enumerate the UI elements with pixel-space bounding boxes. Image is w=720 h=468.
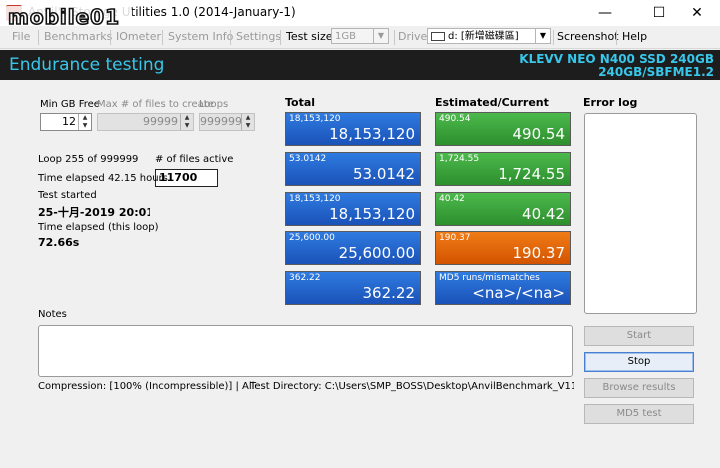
files-active-label: # of files active <box>155 154 234 165</box>
notes-label: Notes <box>38 309 67 320</box>
menu-system-info[interactable]: System Info <box>168 30 233 43</box>
estimated-tile: 490.54 490.54 <box>435 112 571 146</box>
stop-button[interactable]: Stop <box>584 352 694 372</box>
tile-big-value: 18,153,120 <box>329 125 415 143</box>
menu-separator <box>280 30 281 45</box>
loops-value: 999999 <box>200 115 242 128</box>
tile-small-value: 190.37 <box>439 233 471 243</box>
loops-label: Loops <box>199 99 229 110</box>
md5-tile: MD5 runs/mismatches <na>/<na> <box>435 271 571 305</box>
notes-textarea[interactable] <box>38 325 573 377</box>
tile-small-value: 18,153,120 <box>289 194 341 204</box>
tile-small-value: 18,153,120 <box>289 114 341 124</box>
spinner-arrows-icon[interactable]: ▲ ▼ <box>78 114 91 130</box>
menu-iometer[interactable]: IOmeter <box>116 30 161 43</box>
spinner-arrows-icon[interactable]: ▲ ▼ <box>241 114 254 130</box>
tile-big-value: 40.42 <box>522 205 565 223</box>
estimated-header: Estimated/Current <box>435 96 549 109</box>
tile-big-value: 25,600.00 <box>338 244 415 262</box>
device-capacity-firmware: 240GB/SBFME1.2 <box>598 65 714 79</box>
total-tile: 18,153,120 18,153,120 <box>285 112 421 146</box>
tile-big-value: 490.54 <box>512 125 566 143</box>
test-size-value: 1GB <box>335 31 356 42</box>
compression-status: Compression: [100% (Incompressible)] | A… <box>38 381 256 392</box>
total-tile: 18,153,120 18,153,120 <box>285 192 421 226</box>
md5-test-button[interactable]: MD5 test <box>584 404 694 424</box>
test-directory: Test Directory: C:\Users\SMP_BOSS\Deskto… <box>250 381 574 392</box>
tile-small-value: 53.0142 <box>289 154 327 164</box>
spinner-arrows-icon[interactable]: ▲ ▼ <box>180 114 193 130</box>
total-tile: 53.0142 53.0142 <box>285 152 421 186</box>
max-files-label: Max # of files to create <box>97 99 214 110</box>
time-elapsed: Time elapsed 42.15 hours <box>38 173 168 184</box>
estimated-tile: 190.37 190.37 <box>435 231 571 265</box>
time-elapsed-loop-label: Time elapsed (this loop) <box>38 222 159 233</box>
page-title: Endurance testing <box>9 55 165 75</box>
menu-separator <box>616 30 617 45</box>
minimize-button[interactable]: — <box>582 0 628 26</box>
tile-big-value: 1,724.55 <box>498 165 565 183</box>
menu-file[interactable]: File <box>12 30 30 43</box>
tile-small-value: 490.54 <box>439 114 471 124</box>
min-gb-free-spinner[interactable]: 12 ▲ ▼ <box>40 113 92 131</box>
loop-status: Loop 255 of 999999 <box>38 154 139 165</box>
menu-bar: File Benchmarks IOmeter System Info Sett… <box>0 26 720 49</box>
min-gb-free-label: Min GB Free <box>40 99 100 110</box>
start-button[interactable]: Start <box>584 326 694 346</box>
menu-separator <box>553 30 554 45</box>
tile-big-value: <na>/<na> <box>472 284 565 302</box>
tile-small-value: 25,600.00 <box>289 233 335 243</box>
max-files-value: 99999 <box>143 115 178 128</box>
chevron-down-icon: ▼ <box>373 29 388 43</box>
tile-small-value: 1,724.55 <box>439 154 480 164</box>
tile-small-value: 362.22 <box>289 273 321 283</box>
total-tile: 362.22 362.22 <box>285 271 421 305</box>
tile-small-value: 40.42 <box>439 194 465 204</box>
device-name: KLEVV NEO N400 SSD 240GB <box>519 52 714 66</box>
menu-settings[interactable]: Settings <box>236 30 281 43</box>
menu-separator <box>110 30 111 45</box>
page-header: Endurance testing KLEVV NEO N400 SSD 240… <box>0 50 720 80</box>
tile-big-value: 190.37 <box>512 244 566 262</box>
chevron-down-icon: ▼ <box>535 29 550 43</box>
menu-separator <box>162 30 163 45</box>
total-header: Total <box>285 96 316 109</box>
estimated-tile: 40.42 40.42 <box>435 192 571 226</box>
time-elapsed-loop-value: 72.66s <box>38 236 80 249</box>
title-bar: Anvil's Storage Utilities 1.0 (2014-Janu… <box>0 0 720 30</box>
max-files-spinner[interactable]: 99999 ▲ ▼ <box>97 113 194 131</box>
menu-separator <box>394 30 395 45</box>
test-size-label: Test size <box>286 30 333 43</box>
close-button[interactable]: ✕ <box>674 0 720 26</box>
error-log-label: Error log <box>583 96 638 109</box>
drive-select[interactable]: d: [新增磁碟區] ▼ <box>427 28 551 44</box>
min-gb-free-value: 12 <box>62 115 76 128</box>
menu-help[interactable]: Help <box>622 30 647 43</box>
menu-separator <box>38 30 39 45</box>
drive-label: Drive <box>398 30 428 43</box>
browse-results-button[interactable]: Browse results <box>584 378 694 398</box>
tile-big-value: 53.0142 <box>352 165 415 183</box>
menu-separator <box>230 30 231 45</box>
test-started-value: 25-十月-2019 20:01:55 <box>38 206 150 219</box>
total-tile: 25,600.00 25,600.00 <box>285 231 421 265</box>
tile-small-value: MD5 runs/mismatches <box>439 273 540 283</box>
tile-big-value: 362.22 <box>362 284 416 302</box>
estimated-tile: 1,724.55 1,724.55 <box>435 152 571 186</box>
menu-benchmarks[interactable]: Benchmarks <box>44 30 112 43</box>
test-size-select[interactable]: 1GB ▼ <box>331 28 389 44</box>
drive-value: d: [新增磁碟區] <box>448 31 519 42</box>
test-started-label: Test started <box>38 190 97 201</box>
tile-big-value: 18,153,120 <box>329 205 415 223</box>
drive-icon <box>431 31 445 41</box>
menu-screenshot[interactable]: Screenshot <box>557 30 619 43</box>
loops-spinner[interactable]: 999999 ▲ ▼ <box>199 113 255 131</box>
error-log-box[interactable] <box>584 113 697 314</box>
